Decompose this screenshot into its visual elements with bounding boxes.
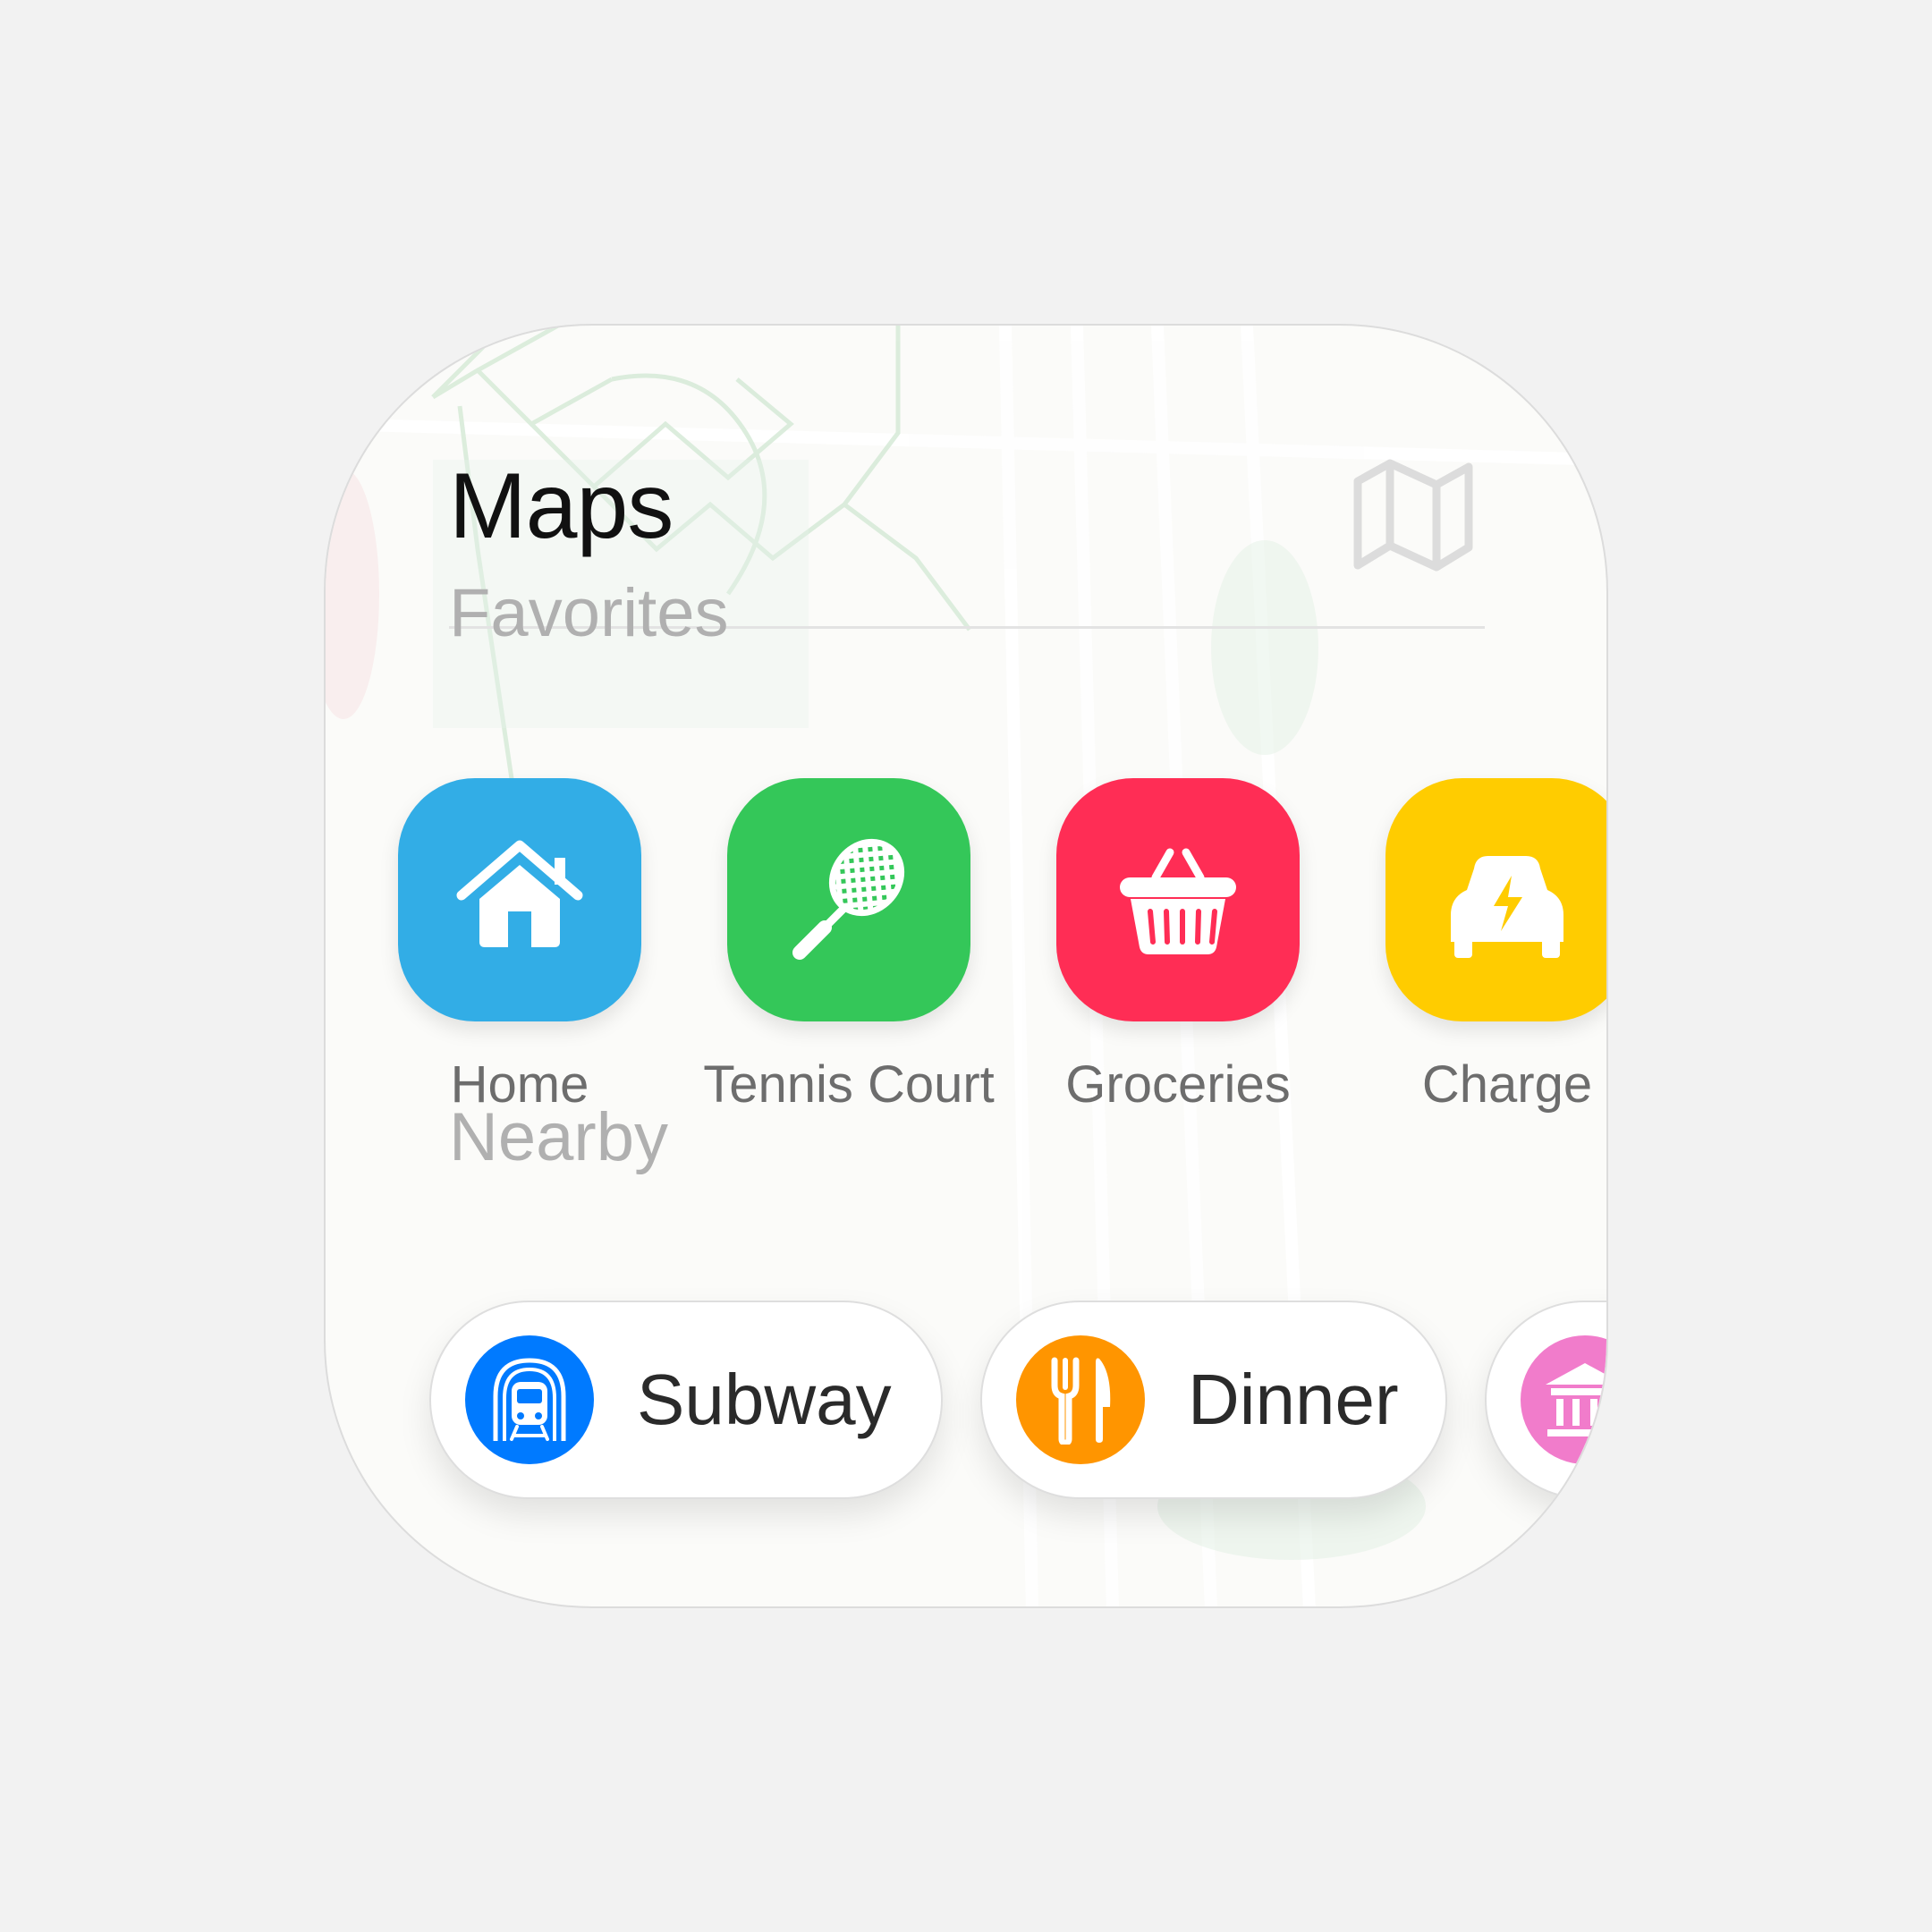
- favorites-heading: Favorites: [449, 575, 729, 651]
- favorite-label: Tennis Court: [703, 1055, 995, 1114]
- chip-label: Dinner: [1188, 1360, 1399, 1439]
- favorite-label: Groceries: [1065, 1055, 1291, 1114]
- favorite-tile[interactable]: [1056, 778, 1300, 1021]
- chip-icon-badge: [465, 1335, 594, 1464]
- basket-icon: [1120, 848, 1236, 954]
- chip-icon-badge: [1016, 1335, 1145, 1464]
- favorite-tile[interactable]: [398, 778, 641, 1021]
- favorite-tile[interactable]: [1385, 778, 1606, 1021]
- house-icon: [456, 840, 583, 947]
- fork-knife-icon: [1051, 1357, 1111, 1445]
- nearby-heading: Nearby: [449, 1099, 668, 1175]
- tram-icon: [493, 1358, 566, 1441]
- museum-icon: [1546, 1363, 1606, 1436]
- favorite-home[interactable]: Home: [372, 778, 667, 1111]
- chip-icon-badge: [1521, 1335, 1606, 1464]
- nearby-subway-chip[interactable]: Subway: [429, 1301, 943, 1499]
- widget-title: Maps: [449, 454, 674, 558]
- favorite-tennis-court[interactable]: Tennis Court: [701, 778, 996, 1111]
- favorite-tile[interactable]: [727, 778, 970, 1021]
- maps-widget[interactable]: Maps Favorites Home Tennis Court Groceri…: [324, 324, 1608, 1608]
- tennis-racket-icon: [792, 838, 905, 960]
- favorite-label: Charge: [1421, 1055, 1593, 1114]
- chip-label: Subway: [637, 1360, 892, 1439]
- map-icon[interactable]: [1352, 458, 1474, 574]
- favorite-charge[interactable]: Charge: [1360, 778, 1606, 1114]
- favorite-groceries[interactable]: Groceries: [1030, 778, 1326, 1111]
- nearby-dinner-chip[interactable]: Dinner: [980, 1301, 1447, 1499]
- ev-charger-car-icon: [1451, 856, 1563, 958]
